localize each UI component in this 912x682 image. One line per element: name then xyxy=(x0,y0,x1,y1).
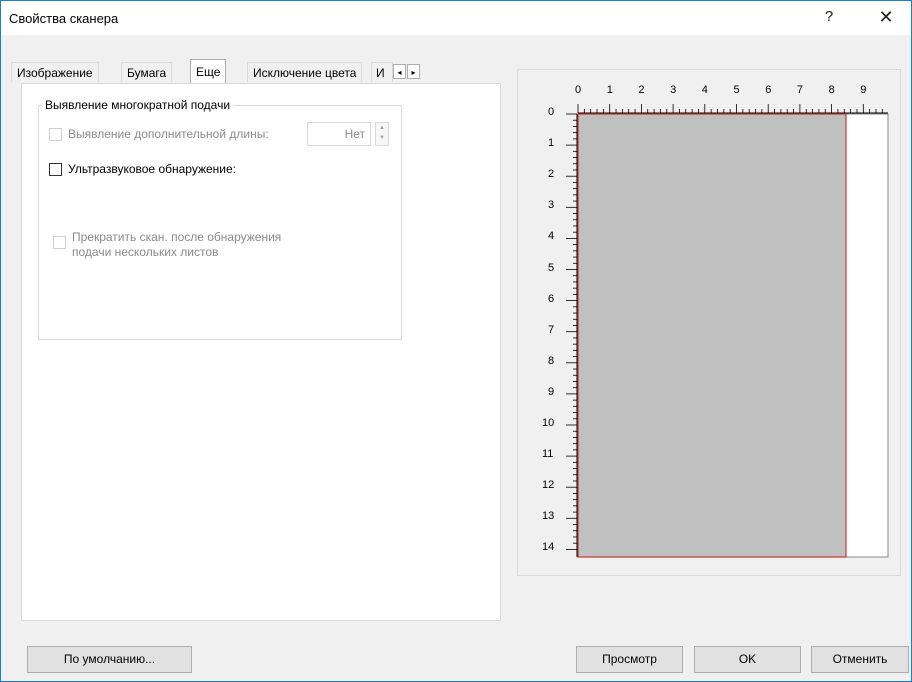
top-ruler-label: 1 xyxy=(606,84,613,96)
tab-image[interactable]: Изображение xyxy=(11,62,99,82)
left-ruler-label: 6 xyxy=(548,292,555,305)
help-button[interactable]: ? xyxy=(809,1,849,35)
tab-strip: Изображение Бумага Еще Исключение цвета … xyxy=(11,59,447,84)
left-ruler-label: 8 xyxy=(548,354,555,367)
tab-truncated[interactable]: И xyxy=(371,62,393,82)
scanner-properties-dialog: Свойства сканера ? ✕ Изображение Бумага … xyxy=(0,0,912,682)
top-ruler-label: 3 xyxy=(670,84,677,96)
scan-page-area[interactable] xyxy=(577,113,847,558)
stop-scan-checkbox[interactable] xyxy=(53,236,66,249)
tab-color-dropout[interactable]: Исключение цвета xyxy=(247,62,363,82)
spin-up-icon[interactable]: ▲ xyxy=(376,123,388,133)
cancel-button[interactable]: Отменить xyxy=(811,646,909,673)
tab-scroll-left-icon[interactable]: ◂ xyxy=(393,64,406,79)
left-ruler-label: 5 xyxy=(548,261,555,274)
left-ruler-label: 10 xyxy=(542,417,555,429)
ultrasonic-checkbox[interactable] xyxy=(49,163,62,176)
stop-scan-row: Прекратить скан. после обнаружения подач… xyxy=(53,230,281,260)
multifeed-detection-group: Выявление многократной подачи Выявление … xyxy=(38,98,402,340)
ruler-canvas xyxy=(566,104,889,558)
spin-down-icon[interactable]: ▼ xyxy=(376,133,388,143)
ultrasonic-row: Ультразвуковое обнаружение: xyxy=(49,162,236,177)
window-title: Свойства сканера xyxy=(9,11,119,26)
left-ruler-label: 0 xyxy=(548,106,555,118)
extra-length-field[interactable]: Нет xyxy=(307,122,371,146)
left-ruler-label: 12 xyxy=(542,479,555,492)
left-ruler-label: 13 xyxy=(542,510,555,523)
top-ruler-label: 9 xyxy=(860,84,867,96)
tab-panel-more: Выявление многократной подачи Выявление … xyxy=(21,83,501,621)
defaults-button[interactable]: По умолчанию... xyxy=(27,646,192,673)
ultrasonic-label: Ультразвуковое обнаружение: xyxy=(68,162,236,176)
tab-scroll-right-icon[interactable]: ▸ xyxy=(407,64,420,79)
top-ruler-label: 4 xyxy=(701,84,708,96)
extra-length-label: Выявление дополнительной длины: xyxy=(68,127,269,141)
stop-scan-label-line2: подачи нескольких листов xyxy=(72,245,219,259)
preview-button[interactable]: Просмотр xyxy=(576,646,683,673)
close-button[interactable]: ✕ xyxy=(863,1,909,35)
left-ruler-label: 4 xyxy=(548,230,555,243)
left-ruler-label: 1 xyxy=(548,137,555,150)
top-ruler-label: 7 xyxy=(796,84,804,96)
left-ruler-label: 3 xyxy=(548,199,555,212)
stop-scan-label-line1: Прекратить скан. после обнаружения xyxy=(72,230,282,244)
title-bar: Свойства сканера ? ✕ xyxy=(1,1,911,35)
group-title: Выявление многократной подачи xyxy=(42,98,234,112)
tab-paper[interactable]: Бумага xyxy=(121,62,173,82)
extra-length-checkbox[interactable] xyxy=(49,128,62,141)
top-ruler-label: 2 xyxy=(638,84,645,96)
top-ruler-label: 8 xyxy=(828,84,835,96)
left-ruler-label: 2 xyxy=(548,168,555,181)
tab-more[interactable]: Еще xyxy=(190,59,227,83)
left-ruler-label: 11 xyxy=(542,448,554,461)
top-ruler-label: 6 xyxy=(765,84,772,96)
extra-length-spinner[interactable]: ▲ ▼ xyxy=(375,122,389,146)
top-ruler-label: 0 xyxy=(575,84,582,96)
left-ruler-label: 9 xyxy=(548,385,555,398)
stop-scan-label: Прекратить скан. после обнаружения подач… xyxy=(72,230,281,260)
top-ruler-label: 5 xyxy=(733,84,740,96)
ok-button[interactable]: OK xyxy=(694,646,801,673)
extra-length-row: Выявление дополнительной длины: xyxy=(49,127,269,142)
left-ruler-label: 14 xyxy=(542,541,555,554)
scan-area-preview: 0123456789 0 1 2 3 4 5 6 7 8 9 10 11 12 13 14 xyxy=(517,69,901,576)
left-ruler-label: 7 xyxy=(548,323,555,336)
